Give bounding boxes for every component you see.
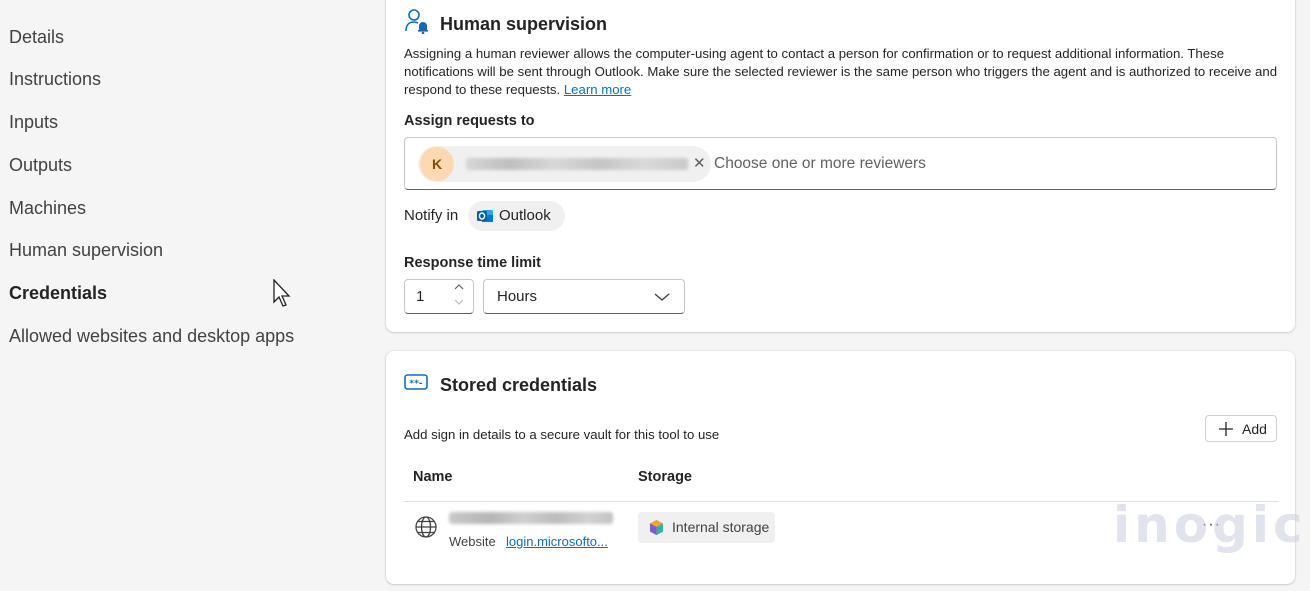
notify-in-label: Notify in [404, 207, 459, 224]
close-icon[interactable]: ✕ [693, 154, 706, 172]
response-time-stepper[interactable]: 1 [404, 279, 474, 314]
dataverse-icon [650, 520, 663, 535]
stored-credentials-description: Add sign in details to a secure vault fo… [404, 427, 720, 442]
stored-credentials-title: Stored credentials [440, 375, 598, 395]
assign-requests-label: Assign requests to [404, 113, 535, 129]
globe-icon [415, 516, 437, 538]
chevron-down-icon [654, 293, 670, 301]
add-credential-button[interactable]: Add [1205, 415, 1277, 442]
outlook-chip: Outlook [468, 201, 565, 231]
human-supervision-description: Assigning a human reviewer allows the co… [404, 45, 1284, 99]
mouse-cursor-icon [273, 279, 291, 307]
storage-badge: Internal storage [638, 512, 775, 543]
credential-url-link[interactable]: login.microsofto... [506, 534, 608, 549]
response-unit-value: Hours [497, 288, 538, 305]
reviewer-picker[interactable]: K ✕ Choose one or more reviewers [404, 137, 1277, 190]
sidebar-item-outputs[interactable]: Outputs [9, 155, 72, 176]
sidebar-item-allowed-websites[interactable]: Allowed websites and desktop apps [9, 326, 294, 347]
human-supervision-title: Human supervision [440, 14, 608, 34]
add-label: Add [1242, 421, 1267, 437]
watermark-logo: inogic [1113, 496, 1307, 554]
sidebar-nav: Details Instructions Inputs Outputs Mach… [0, 0, 370, 591]
learn-more-link[interactable]: Learn more [564, 82, 631, 97]
column-header-name[interactable]: Name [413, 469, 453, 485]
human-supervision-card: Human supervision Assigning a human revi… [386, 0, 1295, 332]
sidebar-item-machines[interactable]: Machines [9, 198, 86, 219]
reviewer-search-input[interactable]: Choose one or more reviewers [714, 155, 926, 173]
storage-label: Internal storage [672, 519, 770, 535]
plus-icon [1219, 422, 1233, 436]
sidebar-item-details[interactable]: Details [9, 27, 64, 48]
svg-text:**-: **- [409, 379, 422, 389]
description-text: Assigning a human reviewer allows the co… [404, 46, 1278, 97]
sidebar-item-instructions[interactable]: Instructions [9, 69, 101, 90]
response-time-value: 1 [416, 288, 425, 305]
credential-type: Website [449, 534, 496, 549]
reviewer-email-redacted [466, 158, 688, 170]
password-icon: **- [404, 374, 428, 390]
outlook-icon [477, 210, 493, 222]
chevron-up-icon[interactable] [453, 282, 465, 292]
sidebar-item-human-supervision[interactable]: Human supervision [9, 240, 163, 261]
column-header-storage[interactable]: Storage [638, 469, 692, 485]
chevron-down-icon[interactable] [453, 297, 465, 307]
avatar: K [420, 147, 454, 181]
credential-name-redacted [449, 512, 613, 524]
outlook-label: Outlook [499, 207, 551, 224]
reviewer-chip: K ✕ [418, 146, 711, 182]
sidebar-item-inputs[interactable]: Inputs [9, 112, 58, 133]
person-bell-icon [405, 9, 428, 34]
response-unit-dropdown[interactable]: Hours [483, 279, 685, 314]
sidebar-item-credentials[interactable]: Credentials [9, 283, 107, 304]
response-time-label: Response time limit [404, 255, 541, 271]
